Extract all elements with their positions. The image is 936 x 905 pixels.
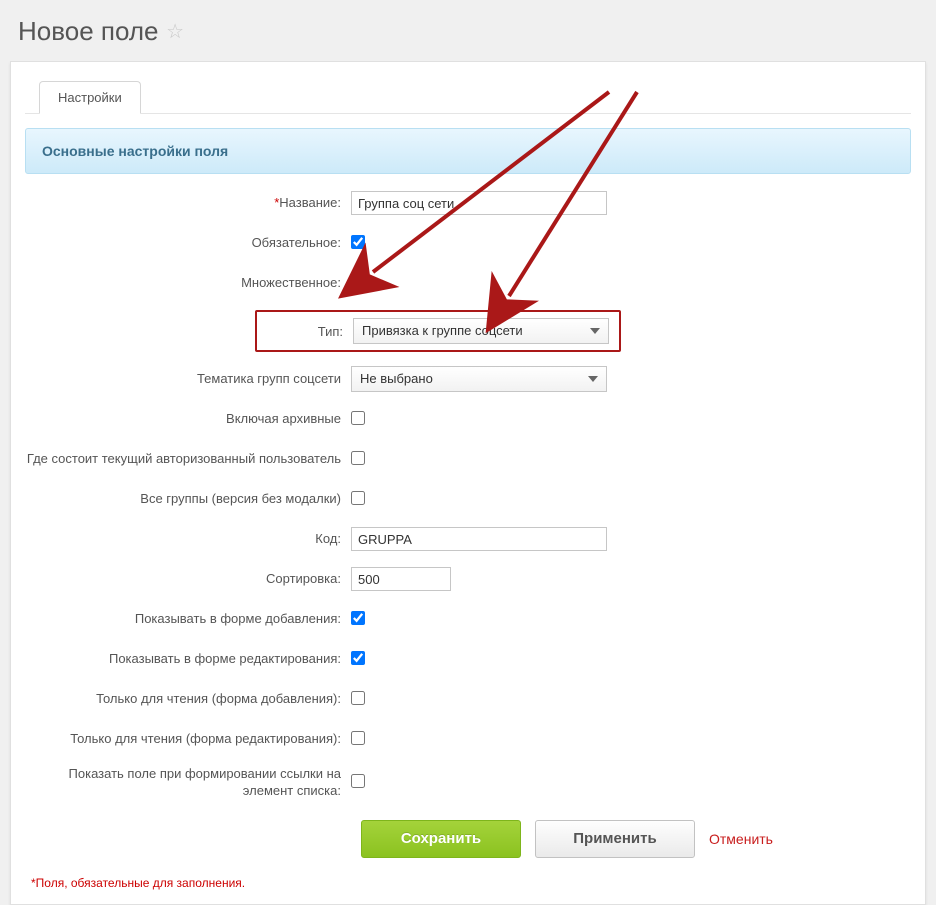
favorite-star-icon[interactable]: ☆: [166, 21, 184, 43]
topic-label: Тематика групп соцсети: [25, 371, 351, 388]
member-checkbox[interactable]: [351, 451, 365, 465]
type-select-value: Привязка к группе соцсети: [362, 323, 523, 338]
topic-select[interactable]: Не выбрано: [351, 366, 607, 392]
chevron-down-icon: [590, 328, 600, 334]
show-edit-label: Показывать в форме редактирования:: [25, 651, 351, 668]
save-button[interactable]: Сохранить: [361, 820, 521, 858]
member-label: Где состоит текущий авторизованный польз…: [25, 451, 351, 468]
show-add-label: Показывать в форме добавления:: [25, 611, 351, 628]
name-label: *Название:: [25, 195, 351, 212]
mandatory-checkbox[interactable]: [351, 235, 365, 249]
tab-settings[interactable]: Настройки: [39, 81, 141, 114]
ro-edit-checkbox[interactable]: [351, 731, 365, 745]
archive-label: Включая архивные: [25, 411, 351, 428]
multiple-checkbox[interactable]: [351, 275, 365, 289]
ro-add-label: Только для чтения (форма добавления):: [25, 691, 351, 708]
ro-add-checkbox[interactable]: [351, 691, 365, 705]
name-input[interactable]: [351, 191, 607, 215]
type-select[interactable]: Привязка к группе соцсети: [353, 318, 609, 344]
allgroups-checkbox[interactable]: [351, 491, 365, 505]
ro-edit-label: Только для чтения (форма редактирования)…: [25, 731, 351, 748]
sort-input[interactable]: [351, 567, 451, 591]
cancel-button[interactable]: Отменить: [709, 831, 773, 847]
show-add-checkbox[interactable]: [351, 611, 365, 625]
code-input[interactable]: [351, 527, 607, 551]
sort-label: Сортировка:: [25, 571, 351, 588]
type-label: Тип:: [257, 324, 353, 339]
chevron-down-icon: [588, 376, 598, 382]
footnote: *Поля, обязательные для заполнения.: [11, 868, 925, 890]
mandatory-label: Обязательное:: [25, 235, 351, 252]
allgroups-label: Все группы (версия без модалки): [25, 491, 351, 508]
multiple-label: Множественное:: [25, 275, 351, 292]
show-link-label: Показать поле при формировании ссылки на…: [25, 766, 351, 800]
show-link-checkbox[interactable]: [351, 774, 365, 788]
show-edit-checkbox[interactable]: [351, 651, 365, 665]
code-label: Код:: [25, 531, 351, 548]
type-highlight: Тип: Привязка к группе соцсети: [255, 310, 621, 352]
topic-select-value: Не выбрано: [360, 371, 433, 386]
section-header: Основные настройки поля: [25, 128, 911, 174]
apply-button[interactable]: Применить: [535, 820, 695, 858]
settings-panel: Настройки Основные настройки поля *Назва…: [10, 61, 926, 905]
page-title: Новое поле: [18, 16, 159, 47]
archive-checkbox[interactable]: [351, 411, 365, 425]
